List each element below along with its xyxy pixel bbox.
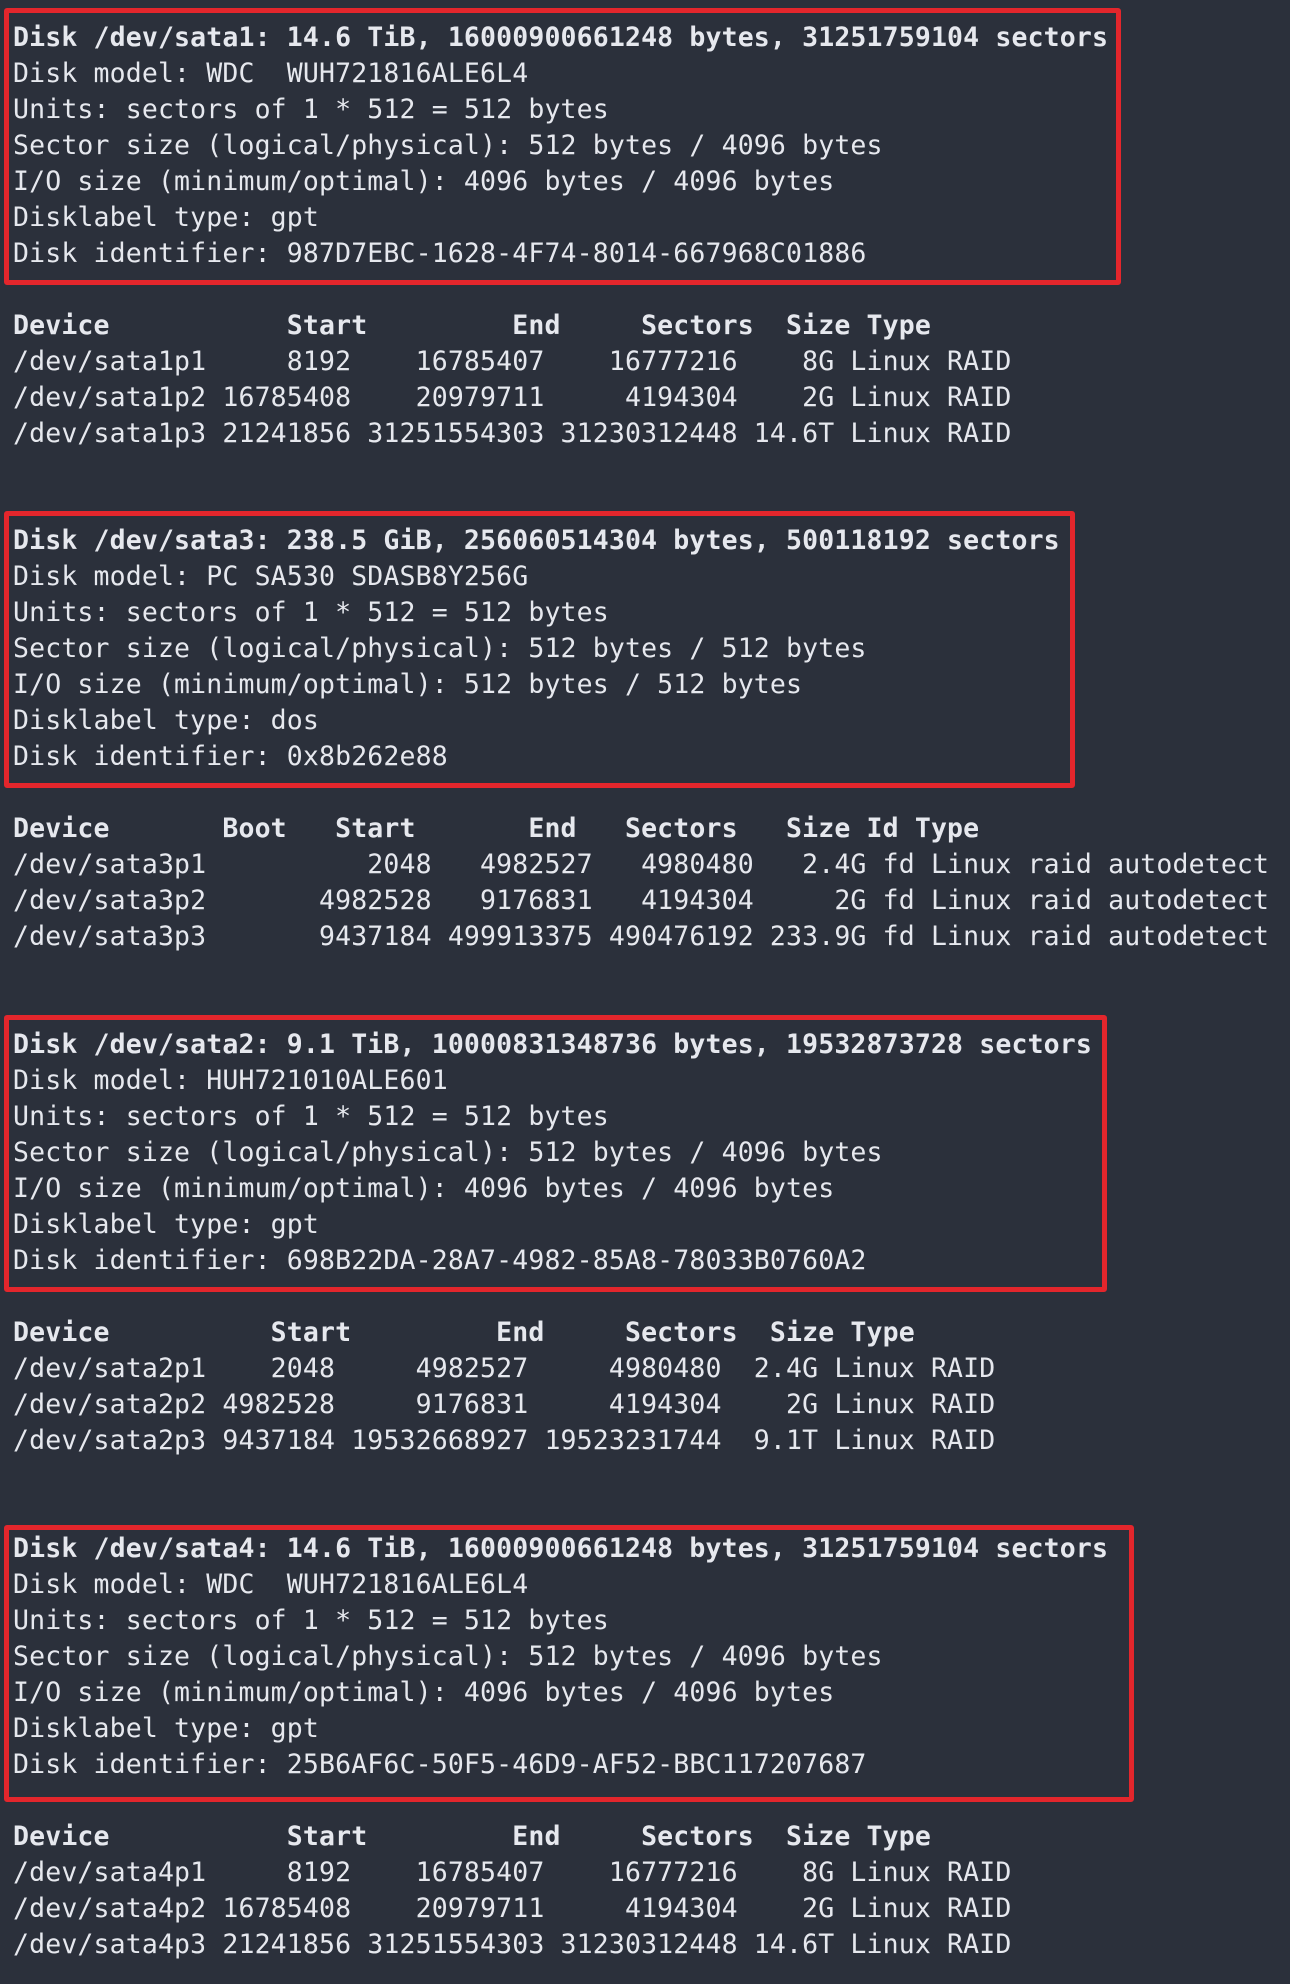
partition-row: /dev/sata4p2 16785408 20979711 4194304 2… xyxy=(13,1893,1012,1924)
disk-info-line: Sector size (logical/physical): 512 byte… xyxy=(13,1641,883,1672)
disk-info-line: Disklabel type: dos xyxy=(13,705,319,736)
disk-info-line: Disk identifier: 987D7EBC-1628-4F74-8014… xyxy=(13,238,867,269)
partition-row: /dev/sata2p1 2048 4982527 4980480 2.4G L… xyxy=(13,1353,996,1384)
disk-info-line: I/O size (minimum/optimal): 4096 bytes /… xyxy=(13,166,835,197)
disk-info-line: Disk model: WDC WUH721816ALE6L4 xyxy=(13,58,529,89)
partition-row: /dev/sata2p2 4982528 9176831 4194304 2G … xyxy=(13,1389,996,1420)
disk-info-line: Disk identifier: 698B22DA-28A7-4982-85A8… xyxy=(13,1245,867,1276)
disk-info-line: Disklabel type: gpt xyxy=(13,1209,319,1240)
partition-row: /dev/sata1p2 16785408 20979711 4194304 2… xyxy=(13,382,1012,413)
partition-row: /dev/sata4p1 8192 16785407 16777216 8G L… xyxy=(13,1857,1012,1888)
disk-header: Disk /dev/sata2: 9.1 TiB, 10000831348736… xyxy=(13,1029,1092,1060)
disk-info-line: Disk identifier: 0x8b262e88 xyxy=(13,741,448,772)
disk-info-line: Disk identifier: 25B6AF6C-50F5-46D9-AF52… xyxy=(13,1749,867,1780)
disk-info-line: Sector size (logical/physical): 512 byte… xyxy=(13,633,867,664)
disk-info-line: Units: sectors of 1 * 512 = 512 bytes xyxy=(13,1101,609,1132)
disk-info-line: Disk model: HUH721010ALE601 xyxy=(13,1065,448,1096)
disk-info-line: Disk model: WDC WUH721816ALE6L4 xyxy=(13,1569,529,1600)
disk-info-line: Disklabel type: gpt xyxy=(13,202,319,233)
partition-row: /dev/sata4p3 21241856 31251554303 312303… xyxy=(13,1929,1012,1960)
disk-info-line: Disk model: PC SA530 SDASB8Y256G xyxy=(13,561,529,592)
partition-row: /dev/sata3p2 4982528 9176831 4194304 2G … xyxy=(13,885,1270,916)
disk-info-line: I/O size (minimum/optimal): 4096 bytes /… xyxy=(13,1677,835,1708)
partition-row: /dev/sata1p1 8192 16785407 16777216 8G L… xyxy=(13,346,1012,377)
disk-info-line: Sector size (logical/physical): 512 byte… xyxy=(13,1137,883,1168)
partition-row: /dev/sata3p3 9437184 499913375 490476192… xyxy=(13,921,1270,952)
disk-info-line: I/O size (minimum/optimal): 4096 bytes /… xyxy=(13,1173,835,1204)
partition-table-header: Device Boot Start End Sectors Size Id Ty… xyxy=(13,813,980,844)
disk-info-line: Units: sectors of 1 * 512 = 512 bytes xyxy=(13,597,609,628)
terminal-output: Disk /dev/sata1: 14.6 TiB, 1600090066124… xyxy=(0,0,1290,1984)
disk-header: Disk /dev/sata3: 238.5 GiB, 256060514304… xyxy=(13,525,1060,556)
partition-table-header: Device Start End Sectors Size Type xyxy=(13,310,931,341)
disk-info-line: Disklabel type: gpt xyxy=(13,1713,319,1744)
disk-info-line: Units: sectors of 1 * 512 = 512 bytes xyxy=(13,94,609,125)
disk-header: Disk /dev/sata4: 14.6 TiB, 1600090066124… xyxy=(13,1533,1109,1564)
partition-row: /dev/sata1p3 21241856 31251554303 312303… xyxy=(13,418,1012,449)
partition-row: /dev/sata2p3 9437184 19532668927 1952323… xyxy=(13,1425,996,1456)
partition-row: /dev/sata3p1 2048 4982527 4980480 2.4G f… xyxy=(13,849,1270,880)
disk-info-line: I/O size (minimum/optimal): 512 bytes / … xyxy=(13,669,803,700)
disk-info-line: Sector size (logical/physical): 512 byte… xyxy=(13,130,883,161)
partition-table-header: Device Start End Sectors Size Type xyxy=(13,1821,931,1852)
disk-info-line: Units: sectors of 1 * 512 = 512 bytes xyxy=(13,1605,609,1636)
partition-table-header: Device Start End Sectors Size Type xyxy=(13,1317,915,1348)
disk-header: Disk /dev/sata1: 14.6 TiB, 1600090066124… xyxy=(13,22,1109,53)
